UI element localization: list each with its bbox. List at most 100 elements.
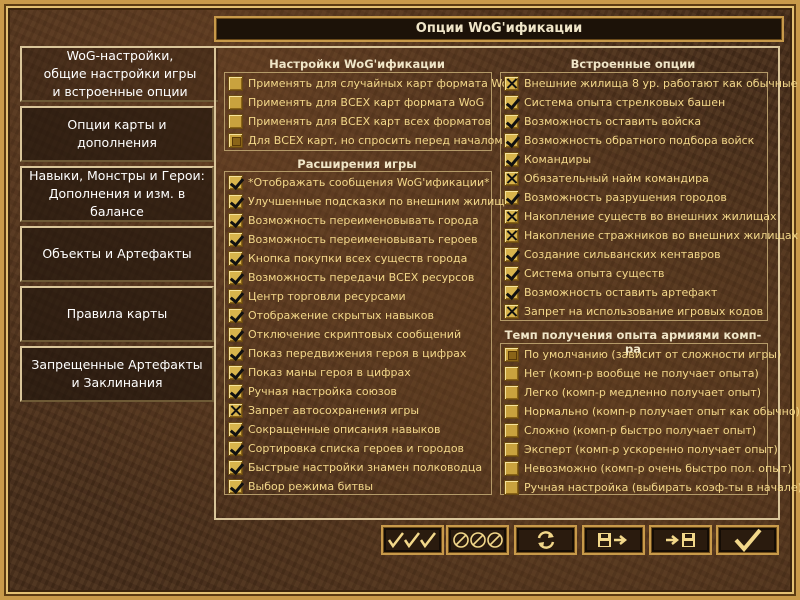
ai-exp-option[interactable]: Легко (комп-р медленно получает опыт) [504, 383, 761, 401]
check-all-button[interactable] [381, 525, 444, 555]
extensions-option[interactable]: Показ передвижения героя в цифрах [228, 344, 466, 362]
builtin-option[interactable]: Командиры [504, 150, 591, 168]
radio-box[interactable] [504, 403, 519, 419]
checkbox[interactable] [504, 113, 519, 129]
save-settings-button[interactable] [582, 525, 645, 555]
radio-box[interactable] [228, 113, 243, 129]
wog-settings-option[interactable]: Применять для ВСЕХ карт формата WoG [228, 93, 484, 111]
builtin-option[interactable]: Накопление существ во внешних жилищах [504, 207, 777, 225]
wog-settings-option[interactable]: Применять для ВСЕХ карт всех форматов [228, 112, 491, 130]
extensions-option[interactable]: Отключение скриптовых сообщений [228, 325, 461, 343]
ai-exp-option[interactable]: Нет (комп-р вообще не получает опыта) [504, 364, 759, 382]
builtin-option[interactable]: Обязательный найм командира [504, 169, 709, 187]
builtin-option[interactable]: Возможность разрушения городов [504, 188, 727, 206]
uncheck-all-button[interactable] [446, 525, 509, 555]
radio-box[interactable] [504, 479, 519, 495]
radio-box[interactable] [504, 441, 519, 457]
radio-box[interactable] [504, 460, 519, 476]
checkbox[interactable] [228, 231, 243, 247]
radio-box[interactable] [504, 365, 519, 381]
load-settings-button[interactable] [649, 525, 712, 555]
tab-map-rules[interactable]: Правила карты [20, 286, 214, 342]
extensions-option[interactable]: Запрет автосохранения игры [228, 401, 419, 419]
checkbox[interactable] [228, 440, 243, 456]
wog-settings-option[interactable]: Применять для случайных карт формата WoG [228, 74, 517, 92]
builtin-option[interactable]: Возможность оставить артефакт [504, 283, 717, 301]
checkbox[interactable] [504, 189, 519, 205]
option-label: *Отображать сообщения WoG'ификации* [248, 175, 490, 189]
checkbox[interactable] [228, 364, 243, 380]
checkbox[interactable] [228, 402, 243, 418]
checkbox[interactable] [504, 151, 519, 167]
builtin-option[interactable]: Накопление стражников во внешних жилищах [504, 226, 798, 244]
checkbox[interactable] [228, 478, 243, 494]
extensions-option[interactable]: Улучшенные подсказки по внешним жилищам [228, 192, 520, 210]
checkbox[interactable] [504, 208, 519, 224]
extensions-option[interactable]: Кнопка покупки всех существ города [228, 249, 467, 267]
extensions-option[interactable]: Возможность переименовывать героев [228, 230, 478, 248]
extensions-option[interactable]: Отображение скрытых навыков [228, 306, 434, 324]
checkbox[interactable] [504, 246, 519, 262]
ai-exp-option[interactable]: Эксперт (комп-р ускоренно получает опыт) [504, 440, 778, 458]
tab-skills-monsters-heroes[interactable]: Навыки, Монстры и Герои: Дополнения и из… [20, 166, 214, 222]
checkbox[interactable] [228, 326, 243, 342]
checkbox[interactable] [504, 284, 519, 300]
checkbox[interactable] [228, 193, 243, 209]
extensions-option[interactable]: Показ маны героя в цифрах [228, 363, 411, 381]
option-label: Накопление стражников во внешних жилищах [524, 228, 799, 242]
checkbox[interactable] [504, 94, 519, 110]
ai-exp-option[interactable]: Сложно (комп-р быстро получает опыт) [504, 421, 756, 439]
extensions-option[interactable]: Центр торговли ресурсами [228, 287, 406, 305]
tab-map-options[interactable]: Опции карты и дополнения [20, 106, 214, 162]
checkbox[interactable] [504, 170, 519, 186]
builtin-option[interactable]: Система опыта стрелковых башен [504, 93, 725, 111]
ok-button[interactable] [716, 525, 779, 555]
tab-banned-artifacts-spells[interactable]: Запрещенные Артефакты и Заклинания [20, 346, 214, 402]
option-label: Отображение скрытых навыков [248, 308, 435, 322]
radio-box[interactable] [228, 132, 243, 148]
checkbox[interactable] [228, 345, 243, 361]
radio-box[interactable] [504, 422, 519, 438]
builtin-option[interactable]: Возможность оставить войска [504, 112, 701, 130]
extensions-option[interactable]: Выбор режима битвы [228, 477, 373, 495]
radio-box[interactable] [228, 75, 243, 91]
radio-box[interactable] [504, 346, 519, 362]
builtin-option[interactable]: Возможность обратного подбора войск [504, 131, 754, 149]
tab-objects-artifacts[interactable]: Объекты и Артефакты [20, 226, 214, 282]
checkbox[interactable] [228, 250, 243, 266]
builtin-option[interactable]: Запрет на использование игровых кодов [504, 302, 763, 320]
checkbox[interactable] [504, 75, 519, 91]
ai-exp-option[interactable]: По умолчанию (зависит от сложности игры) [504, 345, 781, 363]
ai-exp-option[interactable]: Невозможно (комп-р очень быстро пол. опы… [504, 459, 792, 477]
checkbox[interactable] [228, 383, 243, 399]
checkbox[interactable] [228, 421, 243, 437]
tab-wog-settings[interactable]: WoG-настройки, общие настройки игры и вс… [20, 46, 218, 102]
checkbox[interactable] [228, 269, 243, 285]
checkbox[interactable] [504, 227, 519, 243]
builtin-option[interactable]: Создание сильванских кентавров [504, 245, 721, 263]
builtin-option[interactable]: Система опыта существ [504, 264, 664, 282]
ai-exp-option[interactable]: Нормально (комп-р получает опыт как обыч… [504, 402, 800, 420]
checkbox[interactable] [228, 459, 243, 475]
reset-button[interactable] [514, 525, 577, 555]
builtin-option[interactable]: Внешние жилища 8 ур. работают как обычны… [504, 74, 797, 92]
option-label: Кнопка покупки всех существ города [248, 251, 468, 265]
extensions-option[interactable]: *Отображать сообщения WoG'ификации* [228, 173, 490, 191]
checkbox[interactable] [504, 132, 519, 148]
extensions-option[interactable]: Возможность передачи ВСЕХ ресурсов [228, 268, 474, 286]
extensions-option[interactable]: Быстрые настройки знамен полководца [228, 458, 482, 476]
checkbox[interactable] [504, 303, 519, 319]
checkbox[interactable] [228, 307, 243, 323]
radio-box[interactable] [228, 94, 243, 110]
checkbox[interactable] [228, 288, 243, 304]
extensions-option[interactable]: Сокращенные описания навыков [228, 420, 441, 438]
checkbox[interactable] [228, 212, 243, 228]
radio-box[interactable] [504, 384, 519, 400]
extensions-option[interactable]: Возможность переименовывать города [228, 211, 479, 229]
checkbox[interactable] [228, 174, 243, 190]
extensions-option[interactable]: Сортировка списка героев и городов [228, 439, 464, 457]
extensions-option[interactable]: Ручная настройка союзов [228, 382, 397, 400]
ai-exp-option[interactable]: Ручная настройка (выбирать коэф-ты в нач… [504, 478, 800, 496]
wog-settings-option[interactable]: Для ВСЕХ карт, но спросить перед началом [228, 131, 503, 149]
checkbox[interactable] [504, 265, 519, 281]
